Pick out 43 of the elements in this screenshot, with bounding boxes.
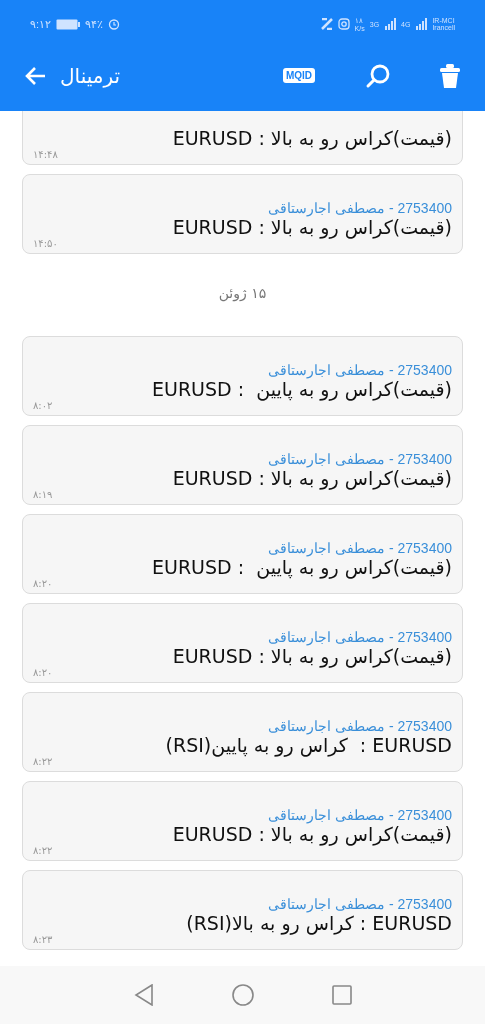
message-text: EURUSD : کراس رو به پایین(RSI) <box>164 734 452 756</box>
back-nav-button[interactable] <box>133 984 154 1006</box>
sender-text: 2753400 - مصطفی اجارستاقی <box>267 896 452 912</box>
mqid-button[interactable]: MQID <box>282 68 315 83</box>
back-button[interactable] <box>24 65 46 86</box>
message-text: (قیمت)کراس رو به بالا : EURUSD <box>171 645 452 667</box>
camera-icon <box>337 18 350 30</box>
message-text: (قیمت)کراس رو به بالا : EURUSD <box>171 823 452 845</box>
message-time: ۱۴:۵۰ <box>33 238 58 249</box>
message-text: EURUSD : کراس رو به بالا(RSI) <box>185 912 452 934</box>
alarm-icon <box>108 18 121 30</box>
message-text: (قیمت)کراس رو به بالا : EURUSD <box>171 216 452 238</box>
message-text: (قیمت)کراس رو به بالا : EURUSD <box>171 127 452 149</box>
message-time: ۸:۲۰ <box>33 667 53 678</box>
message-text: (قیمت)کراس رو به پایین : EURUSD <box>150 378 452 400</box>
message-time: ۸:۲۰ <box>33 578 53 589</box>
delete-button[interactable] <box>439 62 461 89</box>
message-time: ۸:۲۳ <box>33 934 53 945</box>
message-time: ۸:۲۲ <box>33 845 53 856</box>
sender-text: 2753400 - مصطفی اجارستاقی <box>267 362 452 378</box>
message-text: (قیمت)کراس رو به بالا : EURUSD <box>171 467 452 489</box>
battery-text: ۹۴٪ <box>85 17 104 31</box>
message-text: (قیمت)کراس رو به پایین : EURUSD <box>150 556 452 578</box>
message-time: ۱۴:۴۸ <box>33 149 58 160</box>
signal-icon <box>384 18 397 30</box>
signal-icon <box>415 18 428 30</box>
battery-icon <box>56 18 81 30</box>
search-button[interactable] <box>365 62 391 89</box>
app-notification-icon <box>320 18 333 30</box>
message-time: ۸:۰۲ <box>33 400 53 411</box>
sender-text: 2753400 - مصطفی اجارستاقی <box>267 540 452 556</box>
sender-text: 2753400 - مصطفی اجارستاقی <box>267 807 452 823</box>
home-nav-button[interactable] <box>231 984 254 1006</box>
recents-nav-button[interactable] <box>331 985 352 1005</box>
sender-text: 2753400 - مصطفی اجارستاقی <box>267 629 452 645</box>
clock-text: ۹:۱۲ <box>30 17 52 31</box>
date-divider: ۱۵ ژوئن <box>218 284 267 304</box>
message-time: ۸:۱۹ <box>33 489 53 500</box>
sender-text: 2753400 - مصطفی اجارستاقی <box>267 451 452 467</box>
sender-text: 2753400 - مصطفی اجارستاقی <box>267 200 452 216</box>
message-time: ۸:۲۲ <box>33 756 53 767</box>
sender-text: 2753400 - مصطفی اجارستاقی <box>267 718 452 734</box>
screen-title: ترمینال <box>60 63 120 88</box>
